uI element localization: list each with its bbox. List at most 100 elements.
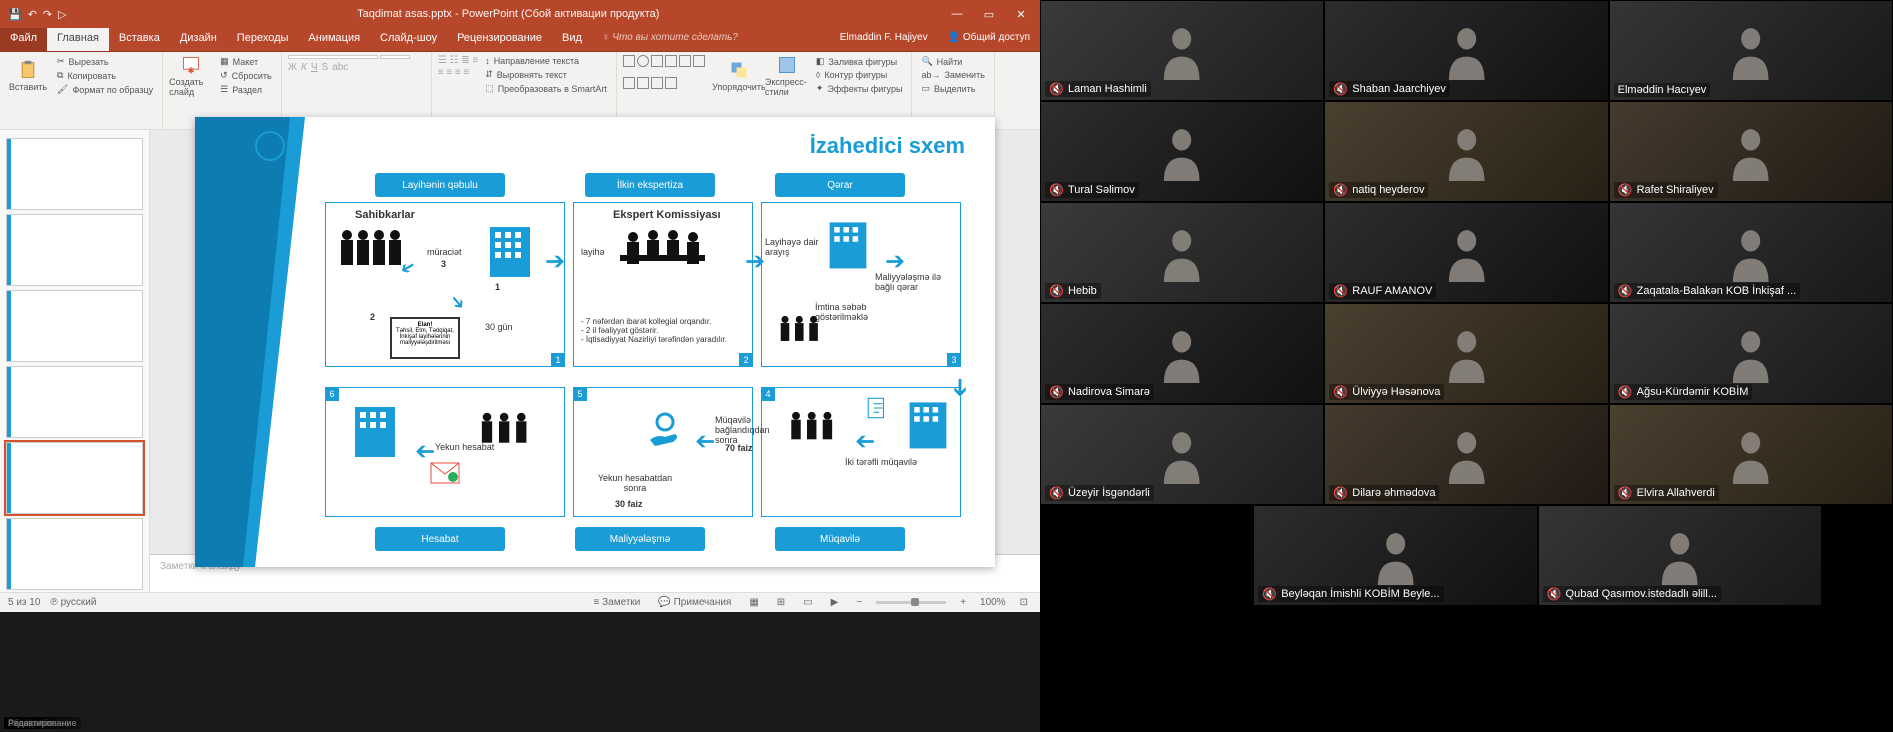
close-button[interactable]: ✕ <box>1006 2 1036 26</box>
title-bar: 💾 ↶ ↷ ▷ Taqdimat asas.pptx - PowerPoint … <box>0 0 1040 28</box>
thumbnail-6[interactable] <box>6 518 143 590</box>
tab-animations[interactable]: Анимация <box>298 28 370 51</box>
muted-icon: 🔇 <box>1049 486 1064 500</box>
label-sahibkarlar: Sahibkarlar <box>355 209 415 221</box>
muted-icon: 🔇 <box>1049 385 1064 399</box>
styles-icon <box>777 55 797 75</box>
participant-tile[interactable]: 🔇natiq heyderov <box>1324 101 1608 202</box>
slide-thumbnails[interactable] <box>0 130 150 592</box>
participant-label: 🔇Elvira Allahverdi <box>1614 485 1719 501</box>
participant-label: 🔇Rafet Shiraliyev <box>1614 182 1718 198</box>
thumbnail-5[interactable] <box>6 442 143 514</box>
group-label: Редактирование <box>4 717 81 729</box>
view-slideshow-button[interactable]: ▶ <box>827 597 843 608</box>
strike-button[interactable]: S <box>322 62 329 73</box>
comments-toggle[interactable]: 💬 Примечания <box>654 597 735 608</box>
maximize-button[interactable]: ▭ <box>974 2 1004 26</box>
minimize-button[interactable]: — <box>942 2 972 26</box>
tab-slideshow[interactable]: Слайд-шоу <box>370 28 447 51</box>
zoom-level[interactable]: 100% <box>980 597 1006 608</box>
tab-insert[interactable]: Вставка <box>109 28 170 51</box>
cut-button[interactable]: ✂ Вырезать <box>54 55 156 68</box>
layout-button[interactable]: ▦ Макет <box>217 55 275 68</box>
underline-button[interactable]: Ч <box>311 62 318 73</box>
smartart-button[interactable]: ⬚ Преобразовать в SmartArt <box>482 82 610 95</box>
shape-outline-button[interactable]: ◊ Контур фигуры <box>813 69 906 81</box>
zoom-in-button[interactable]: + <box>956 597 970 608</box>
shadow-button[interactable]: abc <box>332 62 348 73</box>
format-painter-button[interactable]: 🖌 Формат по образцу <box>54 83 156 96</box>
participant-tile[interactable]: 🔇Ülviyyə Həsənova <box>1324 303 1608 404</box>
participant-tile[interactable]: 🔇Dilarə əhmədova <box>1324 404 1608 505</box>
redo-icon[interactable]: ↷ <box>43 8 52 21</box>
participant-tile[interactable]: 🔇Tural Səlimov <box>1040 101 1324 202</box>
shape-effects-button[interactable]: ✦ Эффекты фигуры <box>813 82 906 95</box>
text-direction-button[interactable]: ↕ Направление текста <box>482 55 610 67</box>
view-normal-button[interactable]: ▦ <box>745 597 762 608</box>
share-button[interactable]: 👤 Общий доступ <box>938 28 1040 51</box>
participant-label: 🔇Hebib <box>1045 283 1101 299</box>
label-num2b: 2 <box>370 312 375 322</box>
undo-icon[interactable]: ↶ <box>28 8 37 21</box>
shape-fill-button[interactable]: ◧ Заливка фигуры <box>813 55 906 68</box>
participant-tile[interactable]: 🔇Rafet Shiraliyev <box>1609 101 1893 202</box>
participant-tile[interactable]: 🔇Laman Hashimli <box>1040 0 1324 101</box>
participant-name: Tural Səlimov <box>1068 184 1135 196</box>
participant-tile[interactable]: Elməddin Hacıyev <box>1609 0 1893 101</box>
building-icon <box>485 222 535 280</box>
italic-button[interactable]: К <box>301 62 307 73</box>
view-reading-button[interactable]: ▭ <box>799 597 816 608</box>
language-indicator[interactable]: ℗ русский <box>50 597 96 608</box>
participant-tile[interactable]: 🔇Hebib <box>1040 202 1324 303</box>
zoom-out-button[interactable]: − <box>852 597 866 608</box>
tab-home[interactable]: Главная <box>47 28 109 51</box>
view-sorter-button[interactable]: ⊞ <box>773 597 789 608</box>
muted-icon: 🔇 <box>1333 385 1348 399</box>
muted-icon: 🔇 <box>1333 82 1348 96</box>
current-slide: İzahedici sxem Layihənin qəbulu İlkin ek… <box>195 117 995 567</box>
thumbnail-4[interactable] <box>6 366 143 438</box>
participant-tile[interactable]: 🔇Qubad Qasımov.istedadlı əlill... <box>1538 505 1822 606</box>
thumbnail-2[interactable] <box>6 214 143 286</box>
thumbnail-3[interactable] <box>6 290 143 362</box>
tab-design[interactable]: Дизайн <box>170 28 227 51</box>
arrange-button[interactable]: Упорядочить <box>717 55 761 97</box>
document-icon <box>865 395 891 421</box>
fit-button[interactable]: ⊡ <box>1016 597 1032 608</box>
copy-button[interactable]: ⧉ Копировать <box>54 69 156 82</box>
font-family-select[interactable] <box>288 55 378 59</box>
quick-styles-button[interactable]: Экспресс-стили <box>765 55 809 97</box>
participant-tile[interactable]: 🔇Beyləqan İmishli KOBİM Beyle... <box>1253 505 1537 606</box>
new-slide-button[interactable]: ✱ Создать слайд <box>169 55 213 97</box>
slideshow-icon[interactable]: ▷ <box>58 8 66 21</box>
zoom-slider[interactable] <box>876 601 946 604</box>
shapes-gallery[interactable] <box>623 55 713 97</box>
align-text-button[interactable]: ⇵ Выровнять текст <box>482 68 610 81</box>
tell-me-input[interactable]: ♀ Что вы хотите сделать? <box>592 28 748 51</box>
participant-tile[interactable]: 🔇Ağsu-Kürdəmir KOBİM <box>1609 303 1893 404</box>
notes-toggle[interactable]: ≡ Заметки <box>590 597 645 608</box>
participant-tile[interactable]: 🔇Shaban Jaarchiyev <box>1324 0 1608 101</box>
participant-tile[interactable]: 🔇Zaqatala-Balakən KOB İnkişaf ... <box>1609 202 1893 303</box>
participant-tile[interactable]: 🔇RAUF AMANOV <box>1324 202 1608 303</box>
save-icon[interactable]: 💾 <box>8 8 22 21</box>
tab-transitions[interactable]: Переходы <box>227 28 299 51</box>
slide-canvas[interactable]: İzahedici sxem Layihənin qəbulu İlkin ek… <box>150 130 1040 554</box>
find-button[interactable]: 🔍 Найти <box>918 55 987 68</box>
bold-button[interactable]: Ж <box>288 62 297 73</box>
participant-tile[interactable]: 🔇Nadirova Simarə <box>1040 303 1324 404</box>
tab-review[interactable]: Рецензирование <box>447 28 552 51</box>
reset-button[interactable]: ↺ Сбросить <box>217 69 275 82</box>
label-muraciet: müraciət <box>427 247 462 257</box>
thumbnail-1[interactable] <box>6 138 143 210</box>
paste-button[interactable]: Вставить <box>6 55 50 96</box>
participant-tile[interactable]: 🔇Üzeyir İsgəndərli <box>1040 404 1324 505</box>
section-button[interactable]: ☰ Раздел <box>217 83 275 96</box>
replace-button[interactable]: ab→ Заменить <box>918 69 987 81</box>
tab-file[interactable]: Файл <box>0 28 47 51</box>
font-size-select[interactable] <box>380 55 410 59</box>
participant-tile[interactable]: 🔇Elvira Allahverdi <box>1609 404 1893 505</box>
select-button[interactable]: ▭ Выделить <box>918 82 987 95</box>
tab-view[interactable]: Вид <box>552 28 592 51</box>
participant-name: Laman Hashimli <box>1068 83 1147 95</box>
